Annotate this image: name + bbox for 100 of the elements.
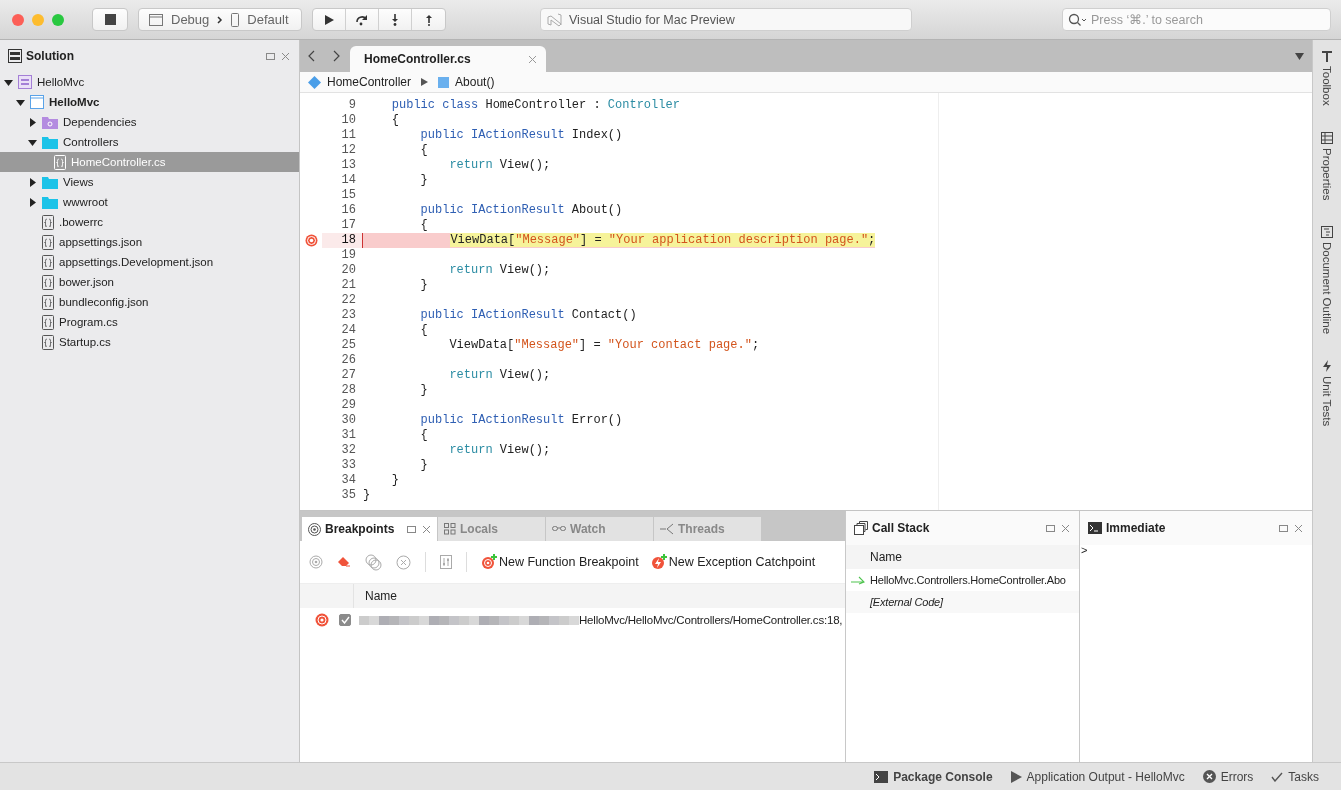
code-line: return View();: [448, 263, 551, 278]
tree-item[interactable]: Startup.cs: [0, 332, 299, 352]
play-icon: [1010, 770, 1022, 783]
tree-item[interactable]: HelloMvc: [0, 92, 299, 112]
toggle-all-breakpoints-button[interactable]: [365, 553, 382, 571]
expand-arrow-icon[interactable]: [28, 117, 37, 127]
dropdown-arrow-icon[interactable]: [1295, 53, 1304, 60]
side-tab[interactable]: Properties: [1321, 131, 1333, 201]
file-icon: [42, 254, 54, 270]
code-line: }: [390, 473, 399, 488]
side-tab[interactable]: Unit Tests: [1321, 360, 1333, 427]
branch-icon: [660, 523, 674, 535]
maximize-pad-button[interactable]: [1278, 522, 1289, 534]
code-line: ViewData["Message"] = "Your contact page.";: [448, 338, 760, 353]
folder-icon: [42, 195, 58, 209]
line-number: 15: [340, 188, 357, 203]
tree-item[interactable]: bower.json: [0, 272, 299, 292]
close-pad-button[interactable]: [280, 50, 291, 62]
tree-item[interactable]: appsettings.Development.json: [0, 252, 299, 272]
tree-item[interactable]: Program.cs: [0, 312, 299, 332]
tree-item[interactable]: appsettings.json: [0, 232, 299, 252]
console-prompt[interactable]: >: [1080, 545, 1312, 555]
folder-icon: [42, 115, 58, 129]
close-pad-button[interactable]: [1060, 522, 1071, 534]
code-line: public IActionResult Error(): [419, 413, 623, 428]
file-icon: [42, 314, 54, 330]
maximize-pad-icon[interactable]: [407, 524, 416, 534]
checkbox[interactable]: [339, 614, 351, 626]
properties-button[interactable]: [440, 555, 452, 569]
status-bar-button[interactable]: Package Console: [874, 769, 993, 784]
code-line: {: [419, 218, 428, 233]
folder-icon: [42, 175, 58, 189]
line-number: 30: [340, 413, 357, 428]
maximize-pad-button[interactable]: [265, 50, 276, 62]
tree-item[interactable]: wwwroot: [0, 192, 299, 212]
play-icon: [323, 13, 335, 26]
table-icon: [1321, 131, 1333, 144]
tree-item[interactable]: Dependencies: [0, 112, 299, 132]
stack-frame[interactable]: HelloMvc.Controllers.HomeController.Abo: [870, 574, 1066, 586]
column-header[interactable]: Name: [354, 584, 397, 608]
collapse-arrow-icon[interactable]: [28, 137, 37, 147]
status-bar-button[interactable]: Tasks: [1271, 769, 1319, 784]
remove-breakpoint-button[interactable]: [396, 554, 411, 570]
eraser-button[interactable]: [337, 556, 351, 568]
column-header[interactable]: Name: [863, 545, 902, 569]
line-number: 28: [340, 383, 357, 398]
status-bar-button[interactable]: Errors: [1202, 769, 1254, 784]
add-lightning-icon: [650, 554, 667, 570]
folder-icon: [42, 135, 58, 149]
line-number: 18: [322, 233, 362, 248]
tree-item[interactable]: bundleconfig.json: [0, 292, 299, 312]
zoom-window-button[interactable]: [52, 13, 64, 26]
line-number: 35: [340, 488, 357, 503]
code-line: return View();: [448, 158, 551, 173]
side-tab[interactable]: Document Outline: [1321, 226, 1333, 335]
line-number: 31: [340, 428, 357, 443]
maximize-pad-button[interactable]: [1045, 522, 1056, 534]
stack-frame[interactable]: [External Code]: [870, 596, 943, 608]
line-number: 27: [340, 368, 357, 383]
search-field[interactable]: Press ‘⌘.’ to search: [1062, 8, 1331, 31]
tree-item[interactable]: HelloMvc: [0, 72, 299, 92]
code-line: }: [419, 458, 428, 473]
solution-pad-icon: [8, 49, 22, 63]
stop-button[interactable]: [92, 8, 128, 31]
line-number: 21: [340, 278, 357, 293]
code-line: }: [362, 488, 371, 503]
code-line: {: [419, 323, 428, 338]
grid-icon: [444, 523, 456, 535]
line-number: 29: [340, 398, 357, 413]
new-breakpoint-button[interactable]: New Function Breakpoint: [481, 554, 639, 570]
new-breakpoint-button[interactable]: New Exception Catchpoint: [650, 554, 816, 570]
breadcrumb-item[interactable]: HomeController: [308, 75, 412, 89]
step-into-icon: [390, 13, 400, 26]
close-icon[interactable]: [422, 524, 431, 534]
method-icon: [438, 76, 450, 88]
solution-icon: [18, 75, 32, 89]
configuration-selector[interactable]: Debug Default: [138, 8, 302, 31]
line-number: 20: [340, 263, 357, 278]
outline-icon: [1321, 226, 1333, 239]
close-tab-icon[interactable]: [528, 54, 537, 64]
code-line: {: [419, 428, 428, 443]
code-line: }: [419, 383, 428, 398]
target-icon: [308, 522, 321, 536]
tree-item[interactable]: Views: [0, 172, 299, 192]
line-number: 14: [340, 173, 357, 188]
close-window-button[interactable]: [12, 13, 24, 26]
status-bar-button[interactable]: Application Output - HelloMvc: [1010, 769, 1185, 784]
line-number: 16: [340, 203, 357, 218]
line-number: 9: [347, 98, 357, 113]
close-pad-button[interactable]: [1293, 522, 1304, 534]
tree-item[interactable]: Controllers: [0, 132, 299, 152]
separator-arrow-icon: [421, 78, 429, 86]
breadcrumb-item[interactable]: About(): [438, 75, 495, 89]
breakpoint-marker-icon[interactable]: [304, 234, 318, 247]
enable-breakpoint-button[interactable]: [309, 555, 323, 569]
code-line: return View();: [448, 368, 551, 383]
side-tab[interactable]: Toolbox: [1321, 50, 1333, 106]
tree-item[interactable]: .bowerrc: [0, 212, 299, 232]
pad-tab[interactable]: Breakpoints: [302, 517, 438, 541]
document-tab[interactable]: HomeController.cs: [350, 46, 546, 72]
